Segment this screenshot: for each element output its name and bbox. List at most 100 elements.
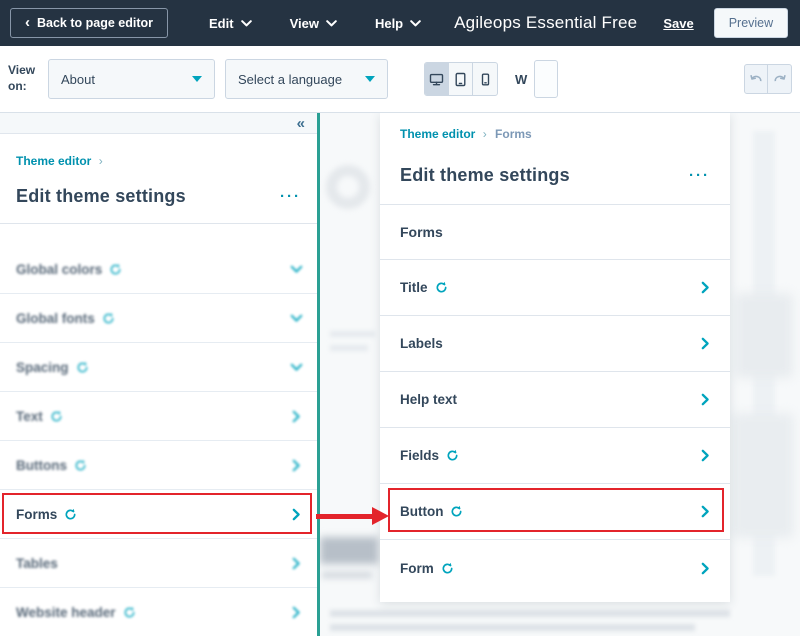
settings-row[interactable]: Labels — [380, 316, 730, 372]
setting-label: Button — [400, 504, 444, 519]
blurred-image-shape — [732, 413, 794, 538]
chevron-right-icon — [701, 562, 709, 574]
chevron-right-icon — [290, 265, 303, 273]
view-on-label: View on: — [8, 63, 36, 93]
settings-row[interactable]: Button — [380, 484, 730, 540]
breadcrumb-separator: › — [98, 154, 103, 168]
desktop-view-button[interactable] — [425, 63, 449, 95]
breadcrumb-current: Forms — [495, 127, 532, 141]
setting-label: Text — [16, 408, 43, 424]
refresh-icon — [110, 262, 121, 275]
blurred-text-line — [330, 345, 368, 351]
theme-settings-list: Global colors Global fonts Spacing Text … — [0, 224, 317, 636]
redo-icon — [774, 75, 786, 82]
blurred-image-shape — [735, 293, 793, 378]
setting-label: Buttons — [16, 457, 67, 473]
refresh-icon — [77, 360, 88, 373]
topbar-menu-item[interactable]: Edit — [190, 0, 271, 46]
panel-header: Edit theme settings ··· — [380, 141, 730, 205]
overflow-menu-icon[interactable]: ··· — [280, 189, 301, 203]
chevron-right-icon — [292, 410, 300, 422]
section-label-forms: Forms — [380, 205, 730, 260]
overflow-menu-icon[interactable]: ··· — [689, 168, 710, 182]
breadcrumb-theme-editor-link[interactable]: Theme editor — [400, 127, 475, 141]
breadcrumb-theme-editor-link[interactable]: Theme editor — [16, 154, 91, 168]
topbar-menu-item[interactable]: View — [271, 0, 356, 46]
setting-label: Fields — [400, 448, 440, 463]
annotation-arrow — [316, 514, 374, 519]
redo-button[interactable] — [768, 65, 791, 93]
caret-down-icon — [365, 76, 375, 82]
blurred-sidebar-column — [753, 131, 775, 576]
refresh-icon — [51, 409, 62, 422]
refresh-icon — [436, 281, 447, 293]
chevron-down-icon — [410, 19, 421, 26]
desktop-icon — [429, 73, 444, 85]
setting-label: Title — [400, 280, 428, 295]
setting-label: Website header — [16, 604, 116, 620]
chevron-right-icon — [290, 314, 303, 322]
settings-row[interactable]: Website header — [0, 588, 317, 636]
setting-label: Global fonts — [16, 310, 95, 326]
blurred-heading-shape — [320, 537, 378, 564]
undo-redo-group — [744, 64, 792, 94]
blurred-text-line — [330, 331, 375, 337]
settings-row[interactable]: Text — [0, 392, 317, 441]
settings-row[interactable]: Form — [380, 540, 730, 596]
blurred-text-line — [330, 610, 730, 617]
preview-button[interactable]: Preview — [713, 8, 789, 38]
chevron-right-icon — [292, 606, 300, 618]
theme-settings-sidebar: « Theme editor › Edit theme settings ···… — [0, 113, 317, 636]
language-select-value: Select a language — [238, 71, 343, 87]
mobile-view-button[interactable] — [473, 63, 497, 95]
undo-button[interactable] — [745, 65, 768, 93]
chevron-down-icon — [240, 19, 252, 26]
refresh-icon — [451, 505, 462, 517]
page-select[interactable]: About — [48, 59, 215, 99]
tablet-view-button[interactable] — [449, 63, 473, 95]
chevron-right-icon — [701, 505, 709, 518]
topbar-menu-item[interactable]: Help — [356, 0, 440, 46]
settings-row[interactable]: Buttons — [0, 441, 317, 490]
undo-icon — [749, 75, 762, 82]
breadcrumb: Theme editor › — [0, 134, 317, 168]
settings-row[interactable]: Global fonts — [0, 294, 317, 343]
settings-row[interactable]: Global colors — [0, 245, 317, 294]
setting-label: Tables — [16, 555, 58, 571]
refresh-icon — [75, 458, 86, 471]
settings-row[interactable]: Spacing — [0, 343, 317, 392]
width-input[interactable] — [534, 60, 559, 98]
settings-row[interactable]: Title — [380, 260, 730, 316]
page-select-value: About — [61, 71, 95, 87]
menu-label: View — [289, 15, 319, 31]
settings-row[interactable]: Help text — [380, 372, 730, 428]
topbar-menus: Edit View Help — [190, 0, 440, 46]
chevron-right-icon — [290, 363, 303, 371]
chevron-right-icon — [292, 459, 300, 471]
blurred-logo-shape — [326, 165, 370, 209]
device-preview-toggle — [424, 62, 498, 96]
settings-row[interactable]: Fields — [380, 428, 730, 484]
refresh-icon — [442, 561, 453, 574]
blurred-text-line — [330, 624, 695, 631]
back-to-page-editor-button[interactable]: ‹ Back to page editor — [10, 8, 168, 38]
mobile-icon — [481, 72, 489, 86]
setting-label: Labels — [400, 336, 443, 351]
refresh-icon — [65, 507, 76, 520]
chevron-right-icon — [292, 508, 300, 520]
chevron-right-icon — [292, 557, 300, 569]
tablet-icon — [455, 72, 466, 86]
breadcrumb: Theme editor › Forms — [380, 113, 730, 141]
theme-title: Agileops Essential Free — [454, 13, 638, 32]
chevron-right-icon — [701, 393, 709, 406]
settings-row[interactable]: Forms — [0, 490, 317, 539]
collapse-panel-icon[interactable]: « — [297, 116, 305, 131]
view-toolbar: View on: About Select a language W — [0, 46, 800, 113]
settings-row[interactable]: Tables — [0, 539, 317, 588]
breadcrumb-separator: › — [482, 127, 487, 141]
panel-header: Edit theme settings ··· — [0, 168, 317, 224]
setting-label: Help text — [400, 392, 458, 407]
save-link[interactable]: Save — [663, 16, 693, 31]
language-select[interactable]: Select a language — [225, 59, 388, 99]
page-title: Edit theme settings — [400, 165, 570, 185]
